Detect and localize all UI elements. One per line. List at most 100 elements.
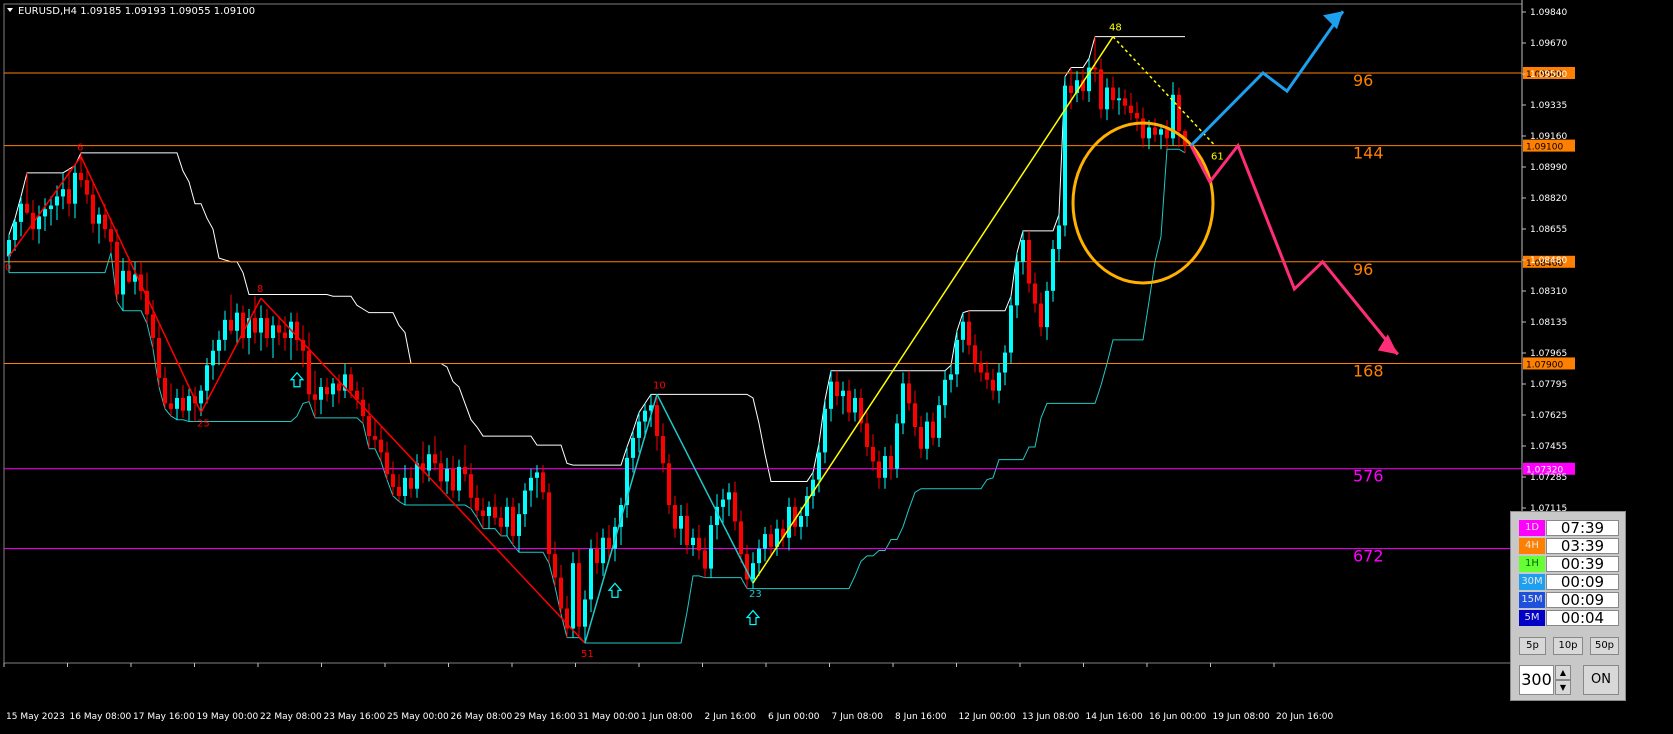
candle	[223, 310, 227, 351]
candle-body	[103, 214, 107, 230]
candle-body	[199, 390, 203, 404]
candle	[1123, 89, 1127, 115]
candle	[211, 339, 215, 380]
candle-body	[163, 377, 167, 404]
on-toggle-button[interactable]: ON	[1583, 665, 1619, 695]
candle	[73, 165, 77, 219]
candle-body	[535, 472, 539, 478]
candle	[187, 388, 191, 422]
chart-canvas[interactable]: EURUSD,H4 1.09185 1.09193 1.09055 1.0910…	[0, 0, 1673, 730]
candle	[1111, 76, 1115, 110]
candle	[397, 474, 401, 502]
candle	[1063, 76, 1067, 237]
candle-body	[643, 410, 647, 422]
price-chart[interactable]: EURUSD,H4 1.09185 1.09193 1.09055 1.0910…	[0, 0, 1673, 730]
candle	[931, 412, 935, 446]
candle	[883, 446, 887, 489]
panel-countdown: 00:04	[1546, 610, 1619, 626]
candle	[547, 483, 551, 564]
candle-body	[439, 463, 443, 482]
candle-body	[1033, 283, 1037, 304]
candle	[721, 488, 725, 526]
candle	[355, 381, 359, 409]
candle-body	[667, 463, 671, 506]
candle-body	[469, 474, 473, 498]
step-50p-button[interactable]: 50p	[1590, 637, 1619, 655]
time-tick-label: 13 Jun 08:00	[1022, 712, 1079, 722]
candle-body	[313, 394, 317, 400]
spin-value-input[interactable]: 300	[1519, 665, 1554, 695]
candle-body	[211, 350, 215, 366]
time-tick-label: 22 May 08:00	[260, 712, 322, 722]
projection-down-arrowhead-icon	[1377, 334, 1398, 355]
candle	[499, 506, 503, 536]
candle-body	[889, 456, 893, 469]
time-tick-label: 1 Jun 08:00	[641, 712, 693, 722]
candle-body	[751, 563, 755, 580]
candle	[625, 446, 629, 518]
candle-body	[949, 374, 953, 380]
time-tick-label: 7 Jun 08:00	[832, 712, 884, 722]
candle	[445, 457, 449, 495]
time-tick-label: 19 May 00:00	[197, 712, 259, 722]
time-tick-label: 15 May 2023	[6, 712, 65, 722]
candle	[295, 312, 299, 351]
timeframe-countdown-panel: 1D 07:39 4H 03:39 1H 00:39 30M 00:09 15M…	[1510, 511, 1626, 701]
panel-tf-label: 30M	[1519, 574, 1545, 590]
candle	[343, 363, 347, 398]
spin-up-button[interactable]: ▲	[1555, 665, 1571, 680]
price-tick-label: 1.09840	[1530, 8, 1567, 18]
candle	[871, 434, 875, 471]
dropdown-triangle-icon	[7, 8, 13, 12]
candle-body	[271, 325, 275, 339]
step-10p-button[interactable]: 10p	[1553, 637, 1583, 655]
panel-countdown: 07:39	[1546, 520, 1619, 536]
candle	[235, 303, 239, 344]
candle	[313, 370, 317, 418]
candle	[979, 350, 983, 382]
candle-body	[151, 314, 155, 339]
candle-body	[457, 466, 461, 491]
zigzag-segment	[584, 394, 658, 644]
candle	[1087, 58, 1091, 103]
price-tick-label: 1.07625	[1530, 411, 1567, 421]
candle-body	[127, 270, 131, 282]
candle-body	[973, 345, 977, 364]
candle	[469, 463, 473, 509]
candle	[919, 416, 923, 458]
candle-body	[1135, 112, 1139, 119]
panel-row-1d: 1D 07:39	[1519, 520, 1619, 537]
candle	[325, 377, 329, 402]
level-distance-label: 96	[1353, 260, 1373, 279]
candle	[841, 381, 845, 415]
candle-body	[961, 321, 965, 340]
candle-body	[319, 387, 323, 400]
step-5p-button[interactable]: 5p	[1519, 637, 1546, 655]
zigzag-segment	[80, 156, 202, 413]
price-tick-label: 1.09335	[1530, 101, 1567, 111]
candle	[1105, 78, 1109, 121]
candle-body	[1069, 85, 1073, 93]
buy-arrow-icon	[607, 582, 623, 598]
candle	[889, 445, 893, 480]
spin-down-button[interactable]: ▼	[1555, 680, 1571, 695]
candle-body	[55, 196, 59, 206]
candle	[331, 377, 335, 408]
time-tick-label: 29 May 16:00	[514, 712, 576, 722]
candle	[1039, 292, 1043, 337]
panel-row-1h: 1H 00:39	[1519, 556, 1619, 573]
level-distance-label: 168	[1353, 361, 1384, 380]
candle	[439, 450, 443, 489]
candle	[229, 294, 233, 335]
candle-body	[379, 439, 383, 453]
candle	[937, 396, 941, 447]
candle	[253, 296, 257, 344]
candle-body	[673, 505, 677, 529]
candle-body	[13, 221, 17, 241]
candle-body	[1153, 127, 1157, 135]
candle-body	[169, 403, 173, 409]
candle-body	[1177, 94, 1181, 132]
price-tick-label: 1.09160	[1530, 132, 1567, 142]
candle	[781, 519, 785, 547]
candle	[853, 388, 857, 422]
